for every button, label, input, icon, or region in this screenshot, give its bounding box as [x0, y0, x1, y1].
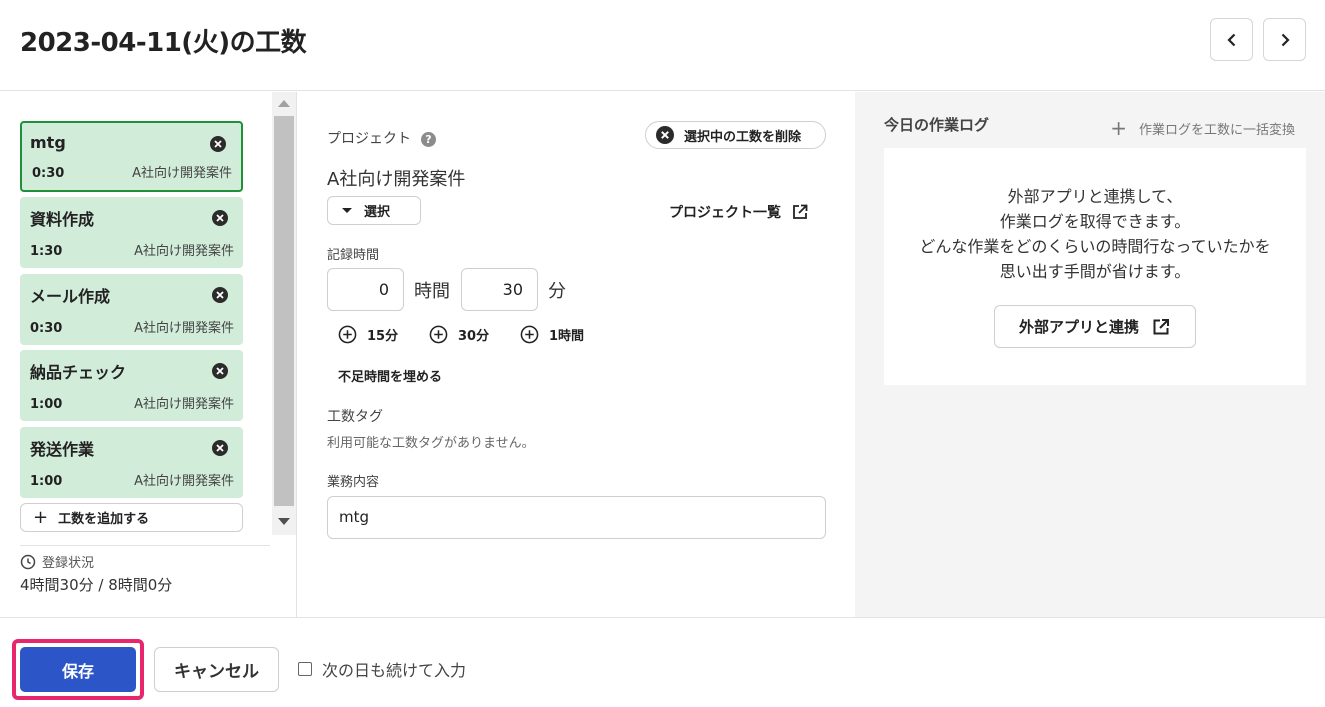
entry-name: 資料作成 [30, 210, 95, 229]
add-entry-label: 工数を追加する [58, 512, 150, 527]
caret-down-icon [342, 208, 352, 213]
remove-entry-icon[interactable] [210, 136, 226, 152]
prev-day-button[interactable] [1210, 18, 1253, 61]
next-day-label: 次の日も続けて入力 [322, 661, 467, 680]
project-list-label: プロジェクト一覧 [669, 205, 781, 221]
plus-circle-icon [520, 325, 539, 344]
next-day-button[interactable] [1263, 18, 1306, 61]
entry-project: A社向け開発案件 [134, 244, 234, 259]
entry-project: A社向け開発案件 [132, 166, 232, 181]
add-15min-label: 15分 [367, 329, 399, 344]
add-1hour-button[interactable]: 1時間 [520, 325, 584, 344]
remove-entry-icon[interactable] [212, 210, 228, 226]
close-circle-icon [656, 126, 674, 144]
entry-form: プロジェクト? 選択中の工数を削除 A社向け開発案件 選択 プロジェクト一覧 記… [298, 92, 854, 617]
hours-unit: 時間 [414, 281, 450, 302]
minutes-unit: 分 [548, 281, 566, 302]
add-30min-button[interactable]: 30分 [429, 325, 489, 344]
project-label: プロジェクト? [327, 128, 436, 148]
entry-time: 1:00 [30, 397, 63, 412]
scroll-up-icon[interactable] [278, 100, 290, 107]
project-select-label: 選択 [364, 205, 391, 220]
page-title: 2023-04-11(火)の工数 [20, 28, 307, 58]
entry-card[interactable]: 発送作業 1:00 A社向け開発案件 [20, 427, 243, 498]
project-list-link[interactable]: プロジェクト一覧 [669, 202, 809, 222]
checkbox-box[interactable] [298, 662, 312, 676]
save-button[interactable]: 保存 [20, 647, 136, 692]
remove-entry-icon[interactable] [212, 363, 228, 379]
add-30min-label: 30分 [458, 329, 490, 344]
entry-card[interactable]: mtg 0:30 A社向け開発案件 [20, 121, 243, 192]
entry-time: 1:00 [30, 474, 63, 489]
scroll-down-icon[interactable] [278, 518, 290, 525]
add-1hour-label: 1時間 [549, 329, 585, 344]
entry-list: mtg 0:30 A社向け開発案件 資料作成 1:30 A社向け開発案件 メール… [0, 92, 272, 535]
worklog-message-line: 外部アプリと連携して、 [1007, 187, 1183, 206]
entry-time: 0:30 [32, 166, 65, 181]
help-icon[interactable]: ? [421, 131, 436, 147]
add-15min-button[interactable]: 15分 [338, 325, 398, 344]
entry-card[interactable]: 資料作成 1:30 A社向け開発案件 [20, 197, 243, 268]
scroll-thumb[interactable] [274, 116, 294, 506]
status-label: 登録状況 [20, 552, 94, 571]
external-link-icon [1153, 318, 1169, 334]
next-day-checkbox[interactable]: 次の日も続けて入力 [298, 657, 466, 681]
entry-name: メール作成 [30, 287, 111, 306]
divider [20, 545, 270, 546]
delete-selected-label: 選択中の工数を削除 [684, 129, 802, 145]
header: 2023-04-11(火)の工数 [0, 0, 1325, 91]
add-entry-button[interactable]: + 工数を追加する [20, 503, 243, 532]
entry-time: 0:30 [30, 321, 63, 336]
worklog-card: 外部アプリと連携して、 作業ログを取得できます。 どんな作業をどのくらいの時間行… [884, 148, 1306, 385]
entry-sidebar: mtg 0:30 A社向け開発案件 資料作成 1:30 A社向け開発案件 メール… [0, 92, 297, 617]
external-link-icon [793, 204, 808, 219]
entry-time: 1:30 [30, 244, 63, 259]
plus-icon: + [33, 507, 49, 528]
worklog-panel: 今日の作業ログ + 作業ログを工数に一括変換 外部アプリと連携して、 作業ログを… [855, 92, 1325, 617]
worklog-title: 今日の作業ログ [884, 116, 990, 134]
plus-icon: + [1110, 116, 1127, 140]
project-select-button[interactable]: 選択 [327, 196, 421, 225]
tag-empty-message: 利用可能な工数タグがありません。 [327, 436, 535, 451]
entry-project: A社向け開発案件 [134, 397, 234, 412]
entry-list-scrollbar[interactable] [272, 92, 296, 535]
bulk-convert-button[interactable]: + 作業ログを工数に一括変換 [1110, 116, 1295, 140]
remove-entry-icon[interactable] [212, 287, 228, 303]
plus-circle-icon [338, 325, 357, 344]
worklog-message: 外部アプリと連携して、 作業ログを取得できます。 どんな作業をどのくらいの時間行… [884, 184, 1306, 284]
hours-input[interactable]: 0 [327, 268, 404, 311]
connect-app-button[interactable]: 外部アプリと連携 [994, 305, 1196, 348]
entry-name: mtg [30, 133, 66, 152]
project-name: A社向け開発案件 [327, 169, 466, 190]
entry-project: A社向け開発案件 [134, 474, 234, 489]
project-label-text: プロジェクト [327, 131, 411, 147]
task-label: 業務内容 [327, 475, 380, 490]
entry-card[interactable]: 納品チェック 1:00 A社向け開発案件 [20, 350, 243, 421]
worklog-message-line: 思い出す手間が省けます。 [999, 262, 1191, 281]
tag-label: 工数タグ [327, 409, 383, 425]
status-label-text: 登録状況 [42, 556, 95, 571]
minutes-input[interactable]: 30 [461, 268, 538, 311]
worklog-message-line: 作業ログを取得できます。 [999, 212, 1191, 231]
clock-icon [20, 554, 36, 569]
fill-remaining-button[interactable]: 不足時間を埋める [338, 366, 442, 385]
delete-selected-button[interactable]: 選択中の工数を削除 [645, 121, 826, 149]
footer: 保存 キャンセル 次の日も続けて入力 [0, 617, 1325, 707]
task-input[interactable]: mtg [327, 496, 826, 539]
entry-card[interactable]: メール作成 0:30 A社向け開発案件 [20, 274, 243, 345]
remove-entry-icon[interactable] [212, 440, 228, 456]
entry-project: A社向け開発案件 [134, 321, 234, 336]
bulk-convert-label: 作業ログを工数に一括変換 [1138, 122, 1295, 138]
status-value: 4時間30分 / 8時間0分 [20, 576, 173, 594]
entry-name: 発送作業 [30, 440, 95, 459]
cancel-button[interactable]: キャンセル [154, 647, 279, 692]
worklog-message-line: どんな作業をどのくらいの時間行なっていたかを [919, 237, 1271, 256]
chevron-right-icon [1281, 33, 1290, 46]
entry-name: 納品チェック [30, 363, 127, 382]
connect-app-label: 外部アプリと連携 [1018, 318, 1139, 336]
plus-circle-icon [429, 325, 448, 344]
time-label: 記録時間 [327, 248, 380, 263]
chevron-left-icon [1226, 33, 1235, 46]
